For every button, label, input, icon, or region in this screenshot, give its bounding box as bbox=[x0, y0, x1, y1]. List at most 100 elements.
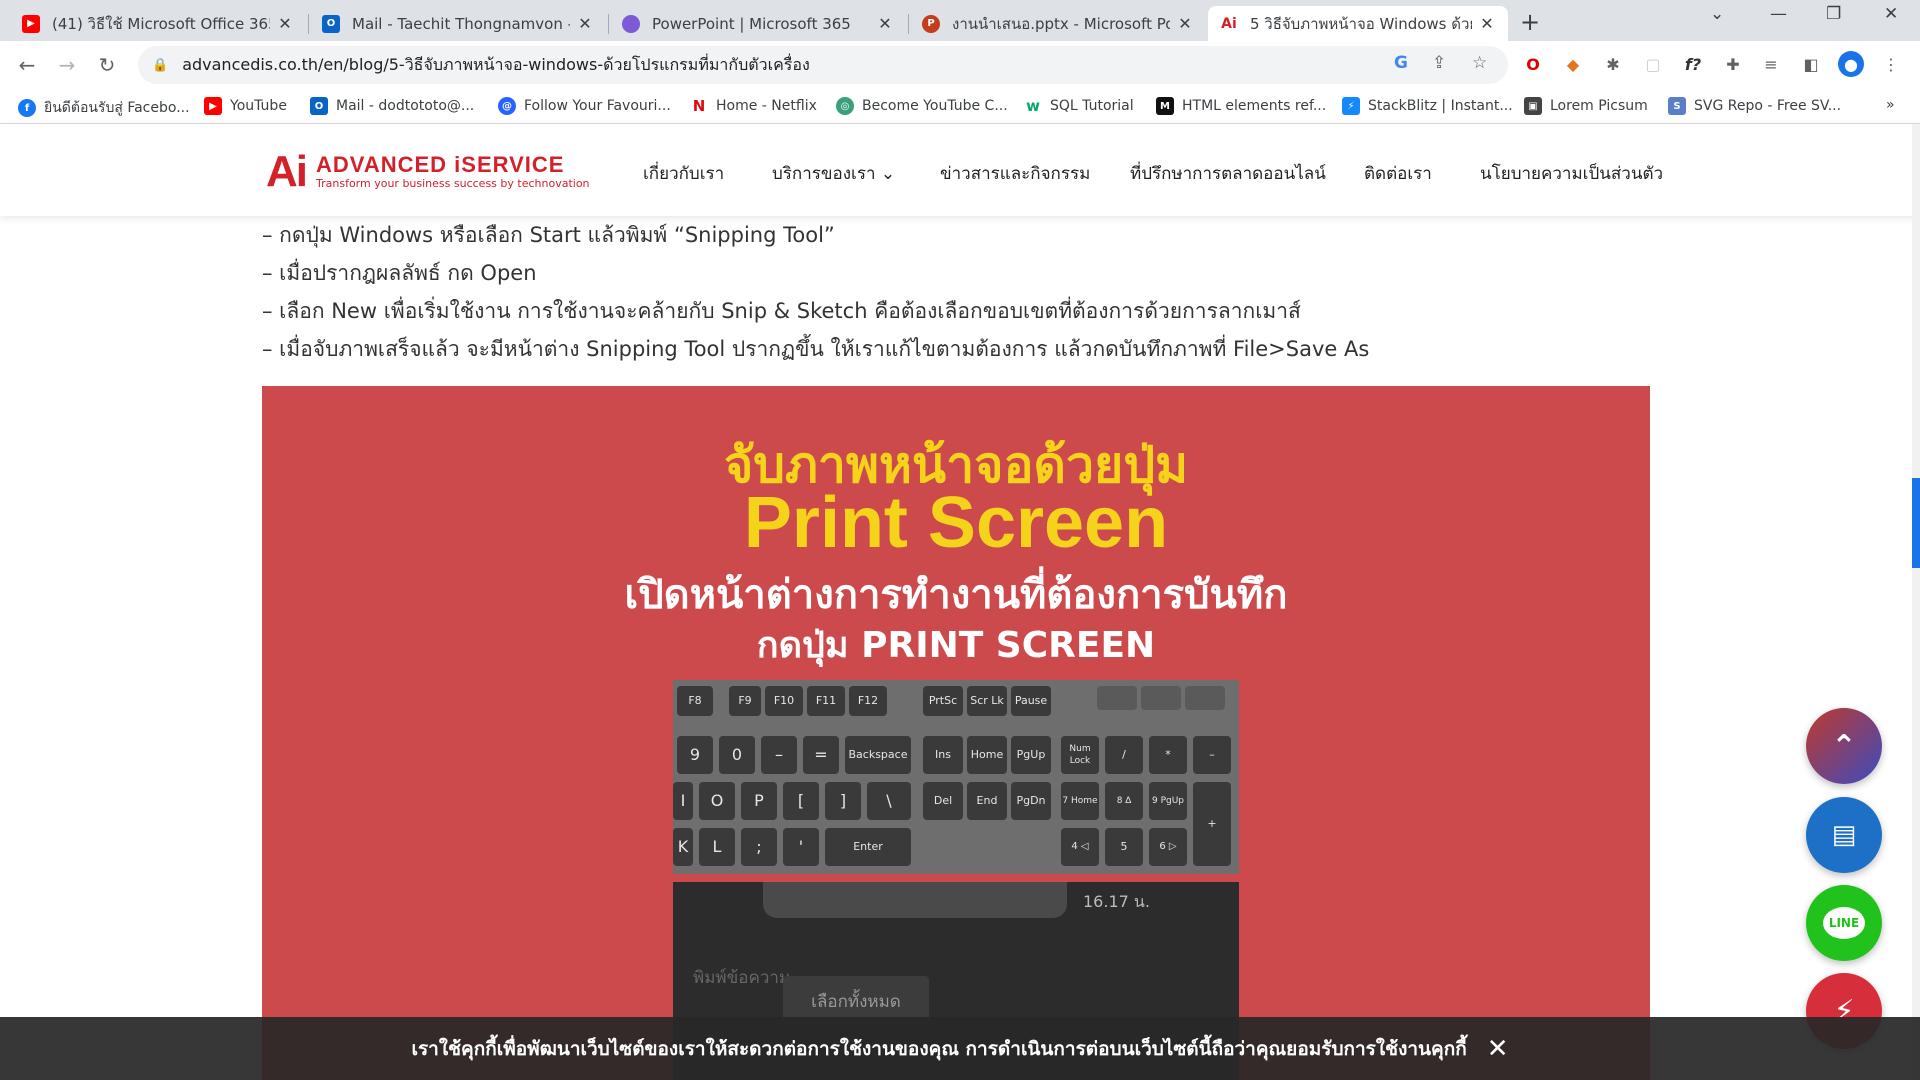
bookmark-follow[interactable]: @ Follow Your Favouri... bbox=[498, 97, 671, 115]
key: End bbox=[967, 782, 1007, 820]
outlook-icon: O bbox=[322, 14, 340, 33]
banner-title-print-screen: Print Screen bbox=[743, 483, 1169, 563]
nav-news[interactable]: ข่าวสารและกิจกรรม bbox=[940, 160, 1090, 187]
bookmark-youtube-creator[interactable]: ◎ Become YouTube C... bbox=[836, 97, 1008, 115]
opera-extension-icon[interactable]: O bbox=[1520, 51, 1546, 77]
lock-icon[interactable]: 🔒 bbox=[152, 58, 168, 73]
nav-privacy[interactable]: นโยบายความเป็นส่วนตัว bbox=[1480, 160, 1663, 187]
site-logo[interactable]: Ai ADVANCED iSERVICE Transform your busi… bbox=[266, 150, 590, 194]
svg-repo-icon: S bbox=[1668, 97, 1686, 115]
cookie-close-icon[interactable]: ✕ bbox=[1487, 1034, 1509, 1064]
bookmark-svg-repo[interactable]: S SVG Repo - Free SV... bbox=[1668, 97, 1841, 115]
browser-tab-pptx[interactable]: P งานนำเสนอ.pptx - Microsoft Powe ✕ bbox=[910, 6, 1206, 41]
key: 4 ◁ bbox=[1061, 828, 1099, 866]
youtube-icon: ▶ bbox=[204, 97, 222, 115]
bookmark-mail[interactable]: O Mail - dodtototo@... bbox=[310, 97, 474, 115]
chevron-up-icon: ⌃ bbox=[1831, 728, 1857, 764]
key: \ bbox=[867, 782, 911, 820]
close-window-icon[interactable]: ✕ bbox=[1884, 4, 1898, 24]
screen-hint: พิมพ์ข้อความ bbox=[693, 968, 791, 988]
article-line: – เลือก New เพื่อเริ่มใช้งาน การใช้งานจะ… bbox=[262, 299, 1301, 323]
key: F8 bbox=[677, 686, 713, 716]
key-prtsc: PrtSc bbox=[923, 686, 963, 716]
document-button[interactable]: ▤ bbox=[1806, 797, 1882, 873]
side-panel-icon[interactable]: ◧ bbox=[1798, 51, 1824, 77]
more-bookmarks-icon[interactable]: » bbox=[1886, 97, 1895, 113]
browser-tab-youtube[interactable]: ▶ (41) วิธีใช้ Microsoft Office 365 ขอ ✕ bbox=[10, 6, 306, 41]
key: / bbox=[1105, 736, 1143, 774]
tab-separator bbox=[308, 14, 309, 34]
netflix-icon: N bbox=[692, 97, 706, 115]
key: = bbox=[803, 736, 839, 774]
key: Scr Lk bbox=[967, 686, 1007, 716]
bookmark-stackblitz[interactable]: ⚡ StackBlitz | Instant... bbox=[1342, 97, 1513, 115]
share-icon[interactable]: ⇪ bbox=[1432, 53, 1446, 73]
powerpoint-icon: P bbox=[922, 14, 940, 33]
profile-avatar-icon[interactable]: ● bbox=[1838, 51, 1864, 77]
back-arrow-icon[interactable]: ← bbox=[12, 50, 42, 80]
address-bar[interactable]: 🔒 advancedis.co.th/en/blog/5-วิธีจับภาพห… bbox=[138, 46, 1508, 84]
key: 9 bbox=[677, 736, 713, 774]
article-banner-image: จับภาพหน้าจอด้วยปุ่ม Print Screen เปิดหน… bbox=[262, 386, 1650, 1080]
tab-search-icon[interactable]: ⌄ bbox=[1710, 4, 1724, 24]
forward-arrow-icon[interactable]: → bbox=[52, 50, 82, 80]
key: L bbox=[699, 828, 735, 866]
bookmark-sql-tutorial[interactable]: w SQL Tutorial bbox=[1024, 97, 1134, 115]
key: Backspace bbox=[845, 736, 911, 774]
reload-icon[interactable]: ↻ bbox=[92, 50, 122, 80]
bookmark-lorem-picsum[interactable]: ▣ Lorem Picsum bbox=[1524, 97, 1648, 115]
chatgpt-icon: ◎ bbox=[836, 97, 854, 115]
close-tab-icon[interactable]: ✕ bbox=[1176, 14, 1194, 33]
browser-tab-mail[interactable]: O Mail - Taechit Thongnamvon - Ou ✕ bbox=[310, 6, 606, 41]
key: + bbox=[1193, 782, 1231, 866]
media-control-icon[interactable]: ≡ bbox=[1758, 51, 1784, 77]
nav-services[interactable]: บริการของเรา ⌄ bbox=[772, 160, 895, 187]
close-tab-icon[interactable]: ✕ bbox=[276, 14, 294, 33]
microsoft365-icon bbox=[622, 14, 640, 33]
blank-extension-icon[interactable]: ▢ bbox=[1640, 51, 1666, 77]
screen-tray bbox=[763, 882, 1067, 918]
key: 8 ∆ bbox=[1105, 782, 1143, 820]
logo-mark: Ai bbox=[266, 147, 308, 196]
restore-icon[interactable]: ❐ bbox=[1826, 4, 1841, 24]
bookmark-youtube[interactable]: ▶ YouTube bbox=[204, 97, 287, 115]
scroll-to-top-button[interactable]: ⌃ bbox=[1806, 708, 1882, 784]
bookmark-star-icon[interactable]: ☆ bbox=[1472, 53, 1487, 73]
page-scrollbar[interactable] bbox=[1912, 124, 1920, 1080]
new-tab-button[interactable]: + bbox=[1520, 8, 1540, 36]
nav-about[interactable]: เกี่ยวกับเรา bbox=[643, 160, 724, 187]
cookie-consent-bar: เราใช้คุกกี้เพื่อพัฒนาเว็บไซต์ของเราให้ส… bbox=[0, 1017, 1920, 1080]
line-chat-button[interactable]: LINE bbox=[1806, 885, 1882, 961]
key: – bbox=[761, 736, 797, 774]
metamask-extension-icon[interactable]: ◆ bbox=[1560, 51, 1586, 77]
nav-contact[interactable]: ติดต่อเรา bbox=[1364, 160, 1432, 187]
indicator-light bbox=[1141, 686, 1181, 710]
page-scrollbar-thumb[interactable] bbox=[1912, 478, 1920, 568]
logo-text: ADVANCED iSERVICE Transform your busines… bbox=[316, 153, 590, 191]
minimize-icon[interactable]: — bbox=[1770, 4, 1787, 24]
extensions-puzzle-icon[interactable]: ✚ bbox=[1720, 51, 1746, 77]
close-tab-icon[interactable]: ✕ bbox=[576, 14, 594, 33]
w3schools-icon: w bbox=[1026, 97, 1040, 115]
google-lens-icon[interactable]: G bbox=[1394, 53, 1408, 73]
browser-tab-powerpoint[interactable]: PowerPoint | Microsoft 365 ✕ bbox=[610, 6, 906, 41]
font-extension-icon[interactable]: f? bbox=[1680, 51, 1706, 77]
logo-name: ADVANCED iSERVICE bbox=[316, 152, 565, 177]
menu-kebab-icon[interactable]: ⋮ bbox=[1878, 51, 1904, 77]
ai-site-icon: Ai bbox=[1221, 15, 1237, 32]
bookmark-facebook[interactable]: f ยินดีต้อนรับสู่ Facebo... bbox=[18, 97, 190, 119]
bookmark-html-elements[interactable]: M HTML elements ref... bbox=[1156, 97, 1326, 115]
bookmark-netflix[interactable]: N Home - Netflix bbox=[690, 97, 817, 115]
close-tab-icon[interactable]: ✕ bbox=[876, 14, 894, 33]
bug-extension-icon[interactable]: ✱ bbox=[1600, 51, 1626, 77]
key: I bbox=[673, 782, 693, 820]
article-line: – เมื่อจับภาพเสร็จแล้ว จะมีหน้าต่าง Snip… bbox=[262, 337, 1370, 361]
line-icon: LINE bbox=[1823, 907, 1865, 939]
key: * bbox=[1149, 736, 1187, 774]
key: 9 PgUp bbox=[1149, 782, 1187, 820]
nav-marketing[interactable]: ที่ปรึกษาการตลาดออนไลน์ bbox=[1130, 160, 1326, 187]
key: F10 bbox=[765, 686, 803, 716]
key: P bbox=[741, 782, 777, 820]
browser-tab-active[interactable]: Ai 5 วิธีจับภาพหน้าจอ Windows ด้วยโป ✕ bbox=[1208, 6, 1508, 41]
close-tab-icon[interactable]: ✕ bbox=[1478, 14, 1496, 33]
